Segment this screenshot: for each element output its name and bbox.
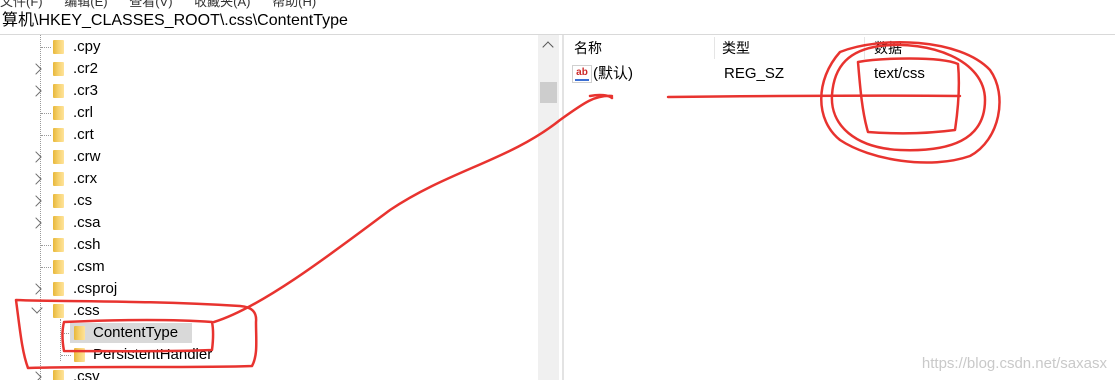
expand-chevron-icon[interactable] (30, 217, 42, 229)
value-row-default[interactable]: ab (默认) REG_SZ text/css (564, 63, 1115, 85)
tree-item-label: .css (73, 302, 100, 319)
folder-icon (53, 282, 64, 296)
string-value-icon: ab (572, 65, 592, 83)
column-header-name[interactable]: 名称 (574, 35, 602, 61)
value-data: text/css (874, 65, 925, 82)
tree-item-label: .cs (73, 192, 93, 209)
expand-chevron-icon[interactable] (30, 173, 42, 185)
expand-chevron-icon[interactable] (30, 371, 42, 380)
registry-editor-window: 文件(F) 编辑(E) 查看(V) 收藏夹(A) 帮助(H) 算机\HKEY_C… (0, 0, 1115, 380)
folder-icon (53, 370, 64, 380)
value-list: 名称 类型 数据 ab (默认) REG_SZ text/css (564, 35, 1115, 380)
tree-item-label: .crw (73, 148, 101, 165)
address-bar[interactable]: 算机\HKEY_CLASSES_ROOT\.css\ContentType (0, 8, 1115, 35)
tree-connector (41, 267, 51, 268)
tree-connector (41, 135, 51, 136)
tree-item-csa[interactable]: .csa (0, 212, 540, 234)
tree-item-label: .crx (73, 170, 98, 187)
folder-icon (53, 62, 64, 76)
tree-item-crl[interactable]: .crl (0, 102, 540, 124)
value-type: REG_SZ (724, 65, 785, 82)
key-tree: .cpy .cr2 .cr3 .crl .crt .crw .crx .cs .… (0, 35, 541, 380)
tree-vertical-scrollbar[interactable] (538, 35, 559, 380)
folder-icon (53, 150, 64, 164)
tree-item-cs[interactable]: .cs (0, 190, 540, 212)
tree-connector (41, 113, 51, 114)
tree-item-label: PersistentHandler (93, 346, 213, 363)
list-header: 名称 类型 数据 (564, 35, 1115, 61)
tree-item-contenttype[interactable]: ContentType (0, 322, 540, 344)
expand-chevron-icon[interactable] (30, 63, 42, 75)
tree-item-cpy[interactable]: .cpy (0, 36, 540, 58)
folder-icon (53, 304, 64, 318)
tree-item-csproj[interactable]: .csproj (0, 278, 540, 300)
tree-item-csh[interactable]: .csh (0, 234, 540, 256)
folder-icon (53, 172, 64, 186)
folder-icon (53, 260, 64, 274)
column-separator[interactable] (864, 37, 865, 59)
tree-item-label: .crt (73, 126, 94, 143)
collapse-chevron-icon[interactable] (31, 302, 43, 314)
tree-item-label: .cr3 (73, 82, 99, 99)
tree-item-crt[interactable]: .crt (0, 124, 540, 146)
tree-item-label: .csa (73, 214, 101, 231)
folder-icon (53, 194, 64, 208)
expand-chevron-icon[interactable] (30, 195, 42, 207)
scroll-thumb[interactable] (540, 82, 557, 103)
watermark: https://blog.csdn.net/saxasx (921, 355, 1107, 372)
column-header-data[interactable]: 数据 (874, 35, 902, 61)
tree-connector (41, 245, 51, 246)
folder-icon (53, 84, 64, 98)
folder-icon (53, 128, 64, 142)
folder-icon (53, 216, 64, 230)
column-separator[interactable] (714, 37, 715, 59)
tree-connector (41, 47, 51, 48)
tree-item-label: .crl (73, 104, 93, 121)
folder-icon (74, 348, 85, 362)
tree-item-label: .csh (73, 236, 101, 253)
folder-icon (53, 238, 64, 252)
expand-chevron-icon[interactable] (30, 151, 42, 163)
tree-connector (61, 355, 71, 356)
tree-item-crx[interactable]: .crx (0, 168, 540, 190)
tree-item-label: ContentType (93, 324, 179, 341)
expand-chevron-icon[interactable] (30, 283, 42, 295)
folder-icon (53, 106, 64, 120)
folder-icon (53, 40, 64, 54)
tree-item-persistenthandler[interactable]: PersistentHandler (0, 344, 540, 366)
tree-item-label: .cr2 (73, 60, 99, 77)
tree-item-label: .csv (73, 368, 100, 380)
tree-item-cr3[interactable]: .cr3 (0, 80, 540, 102)
tree-item-csv[interactable]: .csv (0, 366, 540, 380)
value-name: (默认) (593, 65, 633, 82)
tree-item-label: .cpy (73, 38, 101, 55)
tree-item-crw[interactable]: .crw (0, 146, 540, 168)
tree-item-csm[interactable]: .csm (0, 256, 540, 278)
expand-chevron-icon[interactable] (30, 85, 42, 97)
menu-bar: 文件(F) 编辑(E) 查看(V) 收藏夹(A) 帮助(H) (0, 0, 1115, 9)
tree-item-cr2[interactable]: .cr2 (0, 58, 540, 80)
scroll-up-icon[interactable] (542, 41, 554, 53)
tree-item-css[interactable]: .css (0, 300, 540, 322)
folder-icon (74, 326, 85, 340)
tree-item-label: .csm (73, 258, 105, 275)
tree-item-label: .csproj (73, 280, 118, 297)
column-header-type[interactable]: 类型 (722, 35, 750, 61)
